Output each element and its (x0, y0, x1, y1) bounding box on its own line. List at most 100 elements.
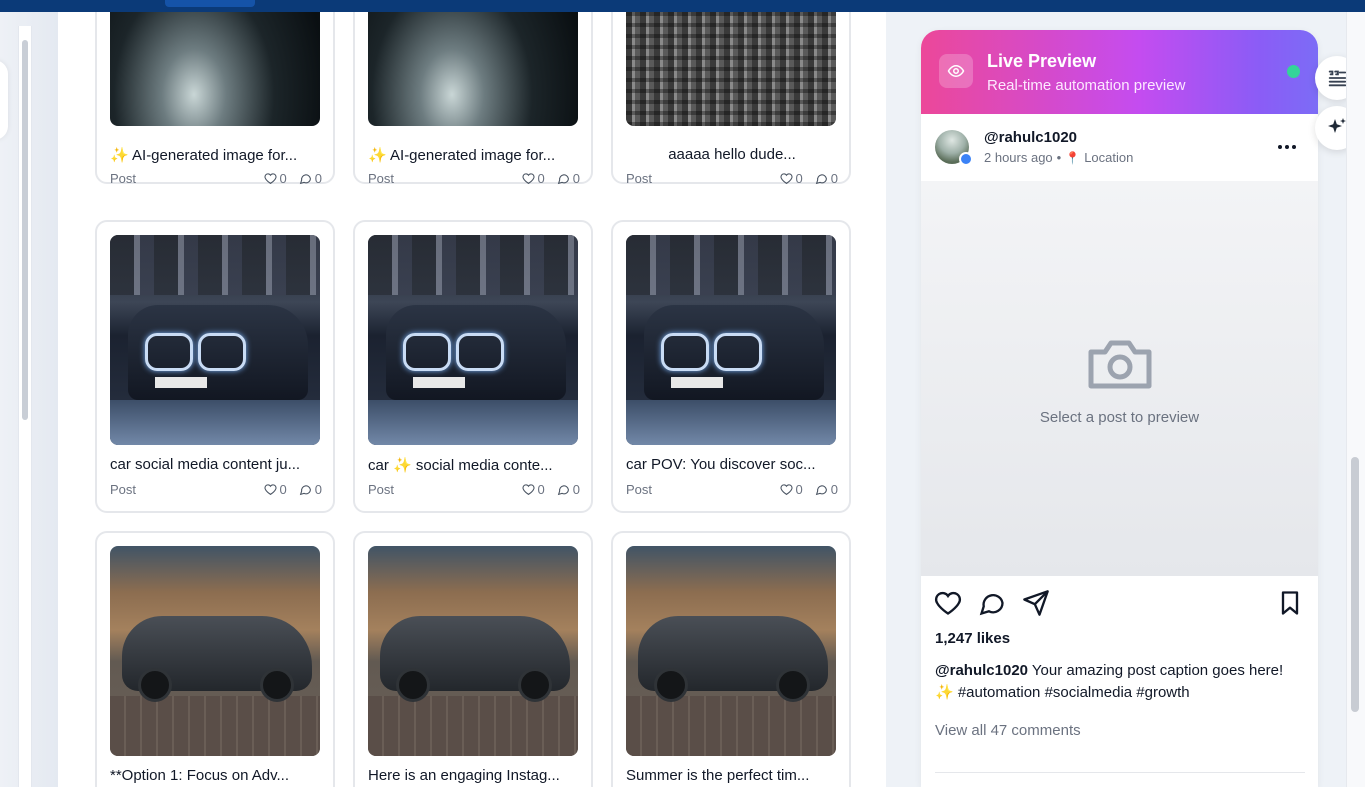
content-scrollbar-thumb[interactable] (22, 40, 28, 420)
post-caption: ✨ AI-generated image for... (110, 147, 298, 164)
post-meta: Post 0 0 (110, 171, 322, 189)
meta-separator: • (1056, 150, 1062, 165)
like-count: 0 (537, 171, 545, 186)
comment-count: 0 (830, 482, 838, 497)
post-thumbnail (626, 546, 836, 756)
page-scrollbar-thumb[interactable] (1351, 457, 1359, 712)
heart-icon (521, 484, 535, 496)
verified-badge-icon (959, 152, 973, 166)
post-username[interactable]: @rahulc1020 (984, 129, 1077, 146)
empty-preview-message: Select a post to preview (1039, 409, 1200, 426)
comment-bubble-icon[interactable] (978, 589, 1006, 617)
post-card[interactable]: car social media content ju... Post 0 0 (95, 220, 335, 513)
post-caption: Here is an engaging Instag... (368, 767, 560, 784)
post-caption: **Option 1: Focus on Adv... (110, 767, 289, 784)
live-preview-subtitle: Real-time automation preview (987, 77, 1186, 94)
like-heart-icon[interactable] (934, 589, 962, 617)
comment-icon (299, 174, 311, 185)
comment-icon (815, 485, 827, 496)
post-card[interactable]: ✨ AI-generated image for... Post 0 0 (353, 12, 593, 186)
heart-icon (521, 173, 535, 185)
post-card[interactable]: Summer is the perfect tim... (611, 531, 851, 787)
view-comments-link[interactable]: View all 47 comments (935, 722, 1081, 739)
comment-count: 0 (830, 171, 838, 186)
post-thumbnail (368, 546, 578, 756)
post-meta-line: 2 hours ago • 📍 Location (984, 150, 1133, 165)
post-card[interactable]: **Option 1: Focus on Adv... (95, 531, 335, 787)
post-meta: Post 0 0 (626, 171, 838, 189)
caption-username[interactable]: @rahulc1020 (935, 662, 1028, 679)
live-status-indicator (1287, 65, 1300, 78)
like-total: 1,247 likes (935, 630, 1011, 647)
post-caption: ✨ AI-generated image for... (368, 147, 556, 164)
top-bar (0, 0, 1365, 12)
post-type: Post (626, 171, 653, 186)
heart-icon (263, 173, 277, 185)
post-type: Post (110, 171, 137, 186)
bookmark-icon[interactable] (1276, 589, 1304, 617)
posts-grid: ✨ AI-generated image for... Post 0 0 ✨ A… (58, 12, 886, 787)
post-meta: Post 0 0 (626, 482, 838, 500)
left-rail (0, 12, 58, 787)
comment-icon (815, 174, 827, 185)
active-tab-indicator (165, 0, 255, 7)
post-type: Post (368, 171, 395, 186)
post-type: Post (368, 482, 395, 497)
preview-caption: @rahulc1020 Your amazing post caption go… (935, 660, 1305, 704)
post-card[interactable]: Here is an engaging Instag... (353, 531, 593, 787)
sidebar-edge-tab[interactable] (0, 60, 8, 140)
post-meta: Post 0 0 (368, 171, 580, 189)
like-count: 0 (537, 482, 545, 497)
post-card[interactable]: car ✨ social media conte... Post 0 0 (353, 220, 593, 513)
post-thumbnail (626, 12, 836, 126)
post-card[interactable]: ✨ AI-generated image for... Post 0 0 (95, 12, 335, 186)
post-thumbnail (626, 235, 836, 445)
post-location: Location (1084, 150, 1134, 165)
preview-media-area: Select a post to preview (921, 181, 1318, 576)
like-count: 0 (795, 171, 803, 186)
post-caption: Summer is the perfect tim... (626, 767, 810, 784)
comment-count: 0 (314, 482, 322, 497)
eye-icon (939, 54, 973, 88)
comment-icon (557, 485, 569, 496)
share-send-icon[interactable] (1022, 589, 1050, 617)
comment-count: 0 (314, 171, 322, 186)
post-thumbnail (110, 546, 320, 756)
comment-icon (299, 485, 311, 496)
like-count: 0 (795, 482, 803, 497)
heart-icon (779, 484, 793, 496)
comment-count: 0 (572, 482, 580, 497)
post-thumbnail (368, 12, 578, 126)
avatar[interactable] (935, 130, 973, 166)
comment-count: 0 (572, 171, 580, 186)
post-meta: Post 0 0 (368, 482, 580, 500)
live-preview-card: Live Preview Real-time automation previe… (921, 30, 1318, 787)
post-time: 2 hours ago (984, 150, 1053, 165)
heart-icon (263, 484, 277, 496)
post-meta: Post 0 0 (110, 482, 322, 500)
post-caption: car social media content ju... (110, 456, 301, 473)
post-thumbnail (368, 235, 578, 445)
post-thumbnail (110, 235, 320, 445)
quote-list-icon (1328, 70, 1347, 87)
post-card[interactable]: car POV: You discover soc... Post 0 0 (611, 220, 851, 513)
comment-icon (557, 174, 569, 185)
post-actions (921, 576, 1318, 636)
post-type: Post (626, 482, 653, 497)
camera-icon (1088, 340, 1152, 389)
live-preview-title: Live Preview (987, 51, 1097, 71)
page-scrollbar[interactable] (1346, 12, 1365, 787)
post-thumbnail (110, 12, 320, 126)
heart-icon (779, 173, 793, 185)
post-type: Post (110, 482, 137, 497)
post-caption: car ✨ social media conte... (368, 457, 553, 474)
location-pin-icon: 📍 (1065, 150, 1081, 165)
like-count: 0 (279, 482, 287, 497)
more-options-icon[interactable] (1278, 139, 1302, 155)
post-card[interactable]: aaaaa hello dude... Post 0 0 (611, 12, 851, 186)
live-preview-header: Live Preview Real-time automation previe… (921, 30, 1318, 114)
post-caption: car POV: You discover soc... (626, 456, 816, 473)
post-header: @rahulc1020 2 hours ago • 📍 Location (921, 114, 1318, 181)
divider (935, 772, 1305, 773)
post-caption: aaaaa hello dude... (668, 146, 796, 163)
